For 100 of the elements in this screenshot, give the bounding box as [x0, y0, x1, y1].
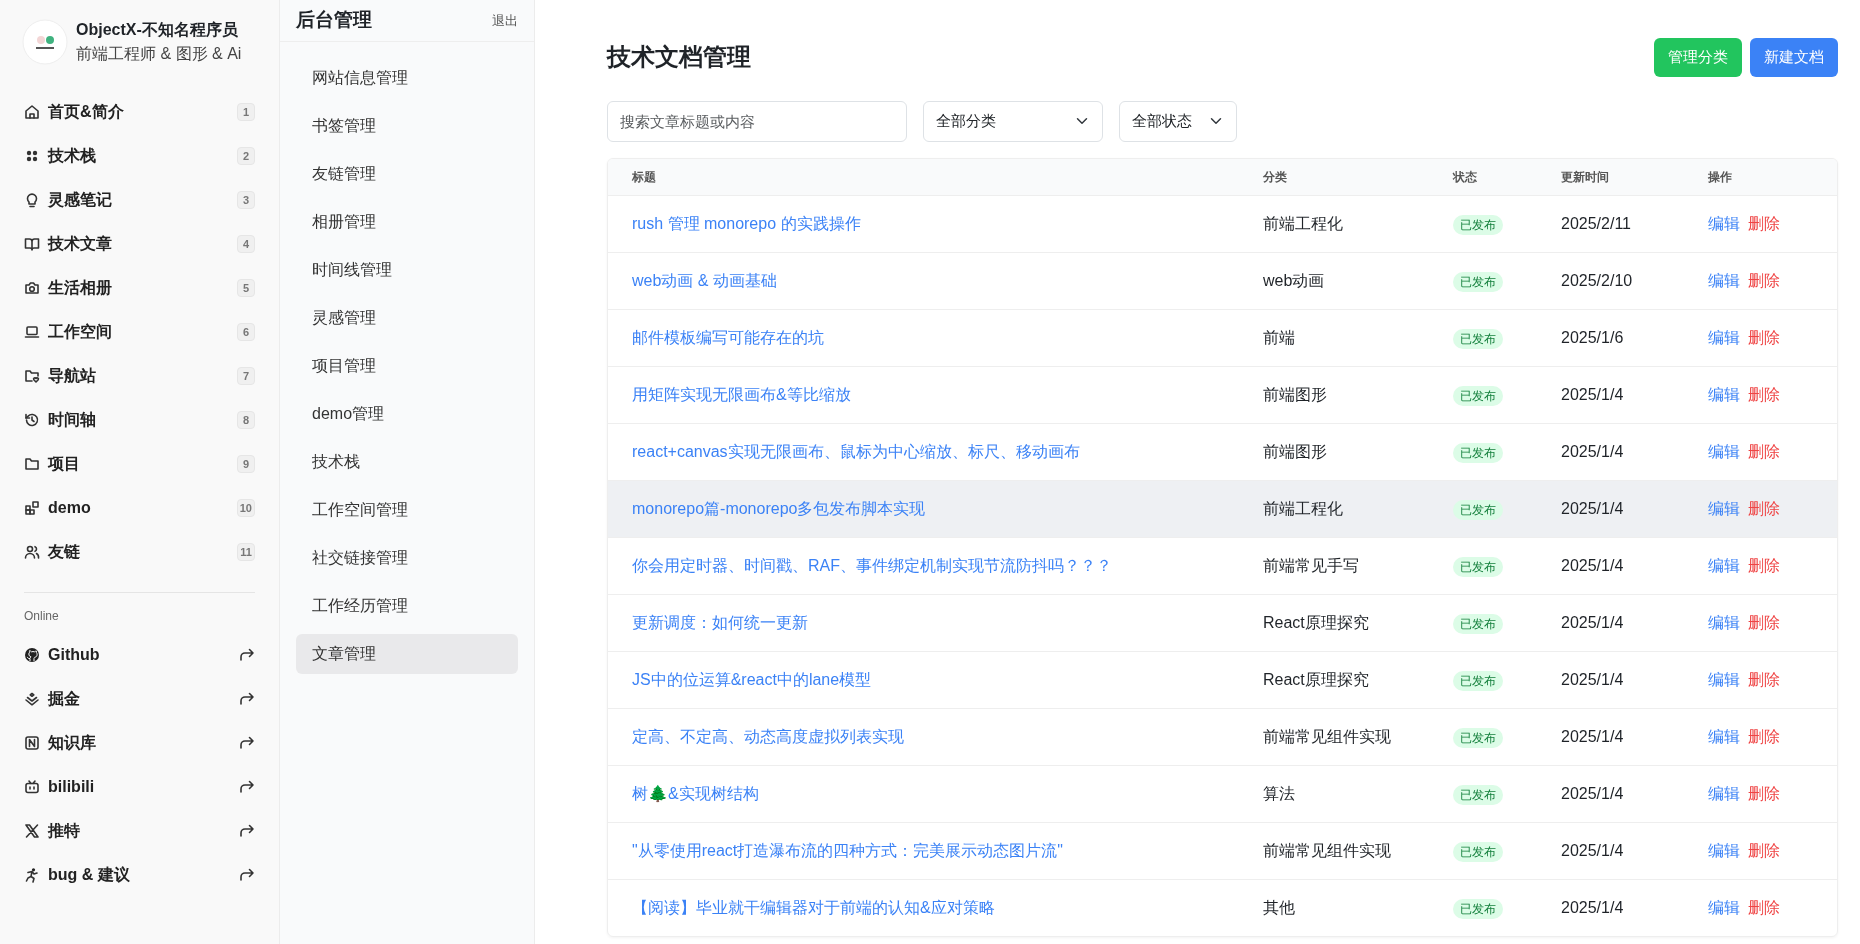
- delete-link[interactable]: 删除: [1748, 781, 1780, 806]
- edit-link[interactable]: 编辑: [1708, 211, 1740, 236]
- menu-item[interactable]: 文章管理: [296, 634, 518, 674]
- home-icon: [24, 104, 40, 120]
- nav-item[interactable]: 项目 9: [18, 442, 261, 486]
- article-title-link[interactable]: 更新调度：如何统一更新: [632, 613, 808, 631]
- menu-item[interactable]: 相册管理: [296, 202, 518, 242]
- nav-item[interactable]: 友链 11: [18, 530, 261, 574]
- edit-link[interactable]: 编辑: [1708, 553, 1740, 578]
- external-link[interactable]: bilibili: [18, 765, 261, 809]
- article-title-link[interactable]: 【阅读】毕业就干编辑器对于前端的认知&应对策略: [632, 898, 995, 916]
- delete-link[interactable]: 删除: [1748, 382, 1780, 407]
- menu-item[interactable]: demo管理: [296, 394, 518, 434]
- date-cell: 2025/1/4: [1561, 670, 1624, 688]
- category-cell: 其他: [1263, 898, 1295, 916]
- delete-link[interactable]: 删除: [1748, 838, 1780, 863]
- article-title-link[interactable]: "从零使用react打造瀑布流的四种方式：完美展示动态图片流": [632, 841, 1063, 859]
- layers-icon: [24, 691, 40, 707]
- edit-link[interactable]: 编辑: [1708, 895, 1740, 920]
- nav-item[interactable]: 技术文章 4: [18, 222, 261, 266]
- delete-link[interactable]: 删除: [1748, 667, 1780, 692]
- nav-item[interactable]: 首页&简介 1: [18, 90, 261, 134]
- edit-link[interactable]: 编辑: [1708, 838, 1740, 863]
- category-cell: 前端工程化: [1263, 499, 1343, 517]
- edit-link[interactable]: 编辑: [1708, 325, 1740, 350]
- menu-item[interactable]: 灵感管理: [296, 298, 518, 338]
- nav-item[interactable]: demo 10: [18, 486, 261, 530]
- edit-link[interactable]: 编辑: [1708, 610, 1740, 635]
- category-cell: 前端常见组件实现: [1263, 841, 1391, 859]
- edit-link[interactable]: 编辑: [1708, 781, 1740, 806]
- edit-link[interactable]: 编辑: [1708, 667, 1740, 692]
- edit-link[interactable]: 编辑: [1708, 268, 1740, 293]
- nav-item[interactable]: 生活相册 5: [18, 266, 261, 310]
- article-title-link[interactable]: 树🌲&实现树结构: [632, 784, 759, 802]
- share-arrow-icon: [239, 779, 255, 795]
- tv-icon: [24, 779, 40, 795]
- nav-item[interactable]: 导航站 7: [18, 354, 261, 398]
- article-title-link[interactable]: rush 管理 monorepo 的实践操作: [632, 214, 861, 232]
- share-arrow-icon: [239, 647, 255, 663]
- share-arrow-icon: [239, 823, 255, 839]
- count-badge: 1: [237, 103, 255, 121]
- status-select[interactable]: 全部状态: [1119, 100, 1237, 142]
- article-title-link[interactable]: web动画 & 动画基础: [632, 271, 777, 289]
- nav-item[interactable]: 技术栈 2: [18, 134, 261, 178]
- nav-item[interactable]: 工作空间 6: [18, 310, 261, 354]
- status-badge: 已发布: [1453, 271, 1503, 292]
- edit-link[interactable]: 编辑: [1708, 724, 1740, 749]
- menu-item[interactable]: 工作经历管理: [296, 586, 518, 626]
- category-cell: 前端常见手写: [1263, 556, 1359, 574]
- edit-link[interactable]: 编辑: [1708, 382, 1740, 407]
- delete-link[interactable]: 删除: [1748, 268, 1780, 293]
- delete-link[interactable]: 删除: [1748, 724, 1780, 749]
- menu-item[interactable]: 时间线管理: [296, 250, 518, 290]
- article-title-link[interactable]: 邮件模板编写可能存在的坑: [632, 328, 824, 346]
- menu-item[interactable]: 社交链接管理: [296, 538, 518, 578]
- notion-icon: [24, 735, 40, 751]
- new-document-button[interactable]: 新建文档: [1750, 38, 1838, 77]
- delete-link[interactable]: 删除: [1748, 610, 1780, 635]
- date-cell: 2025/1/4: [1561, 556, 1624, 574]
- external-link[interactable]: 推特: [18, 809, 261, 853]
- article-title-link[interactable]: react+canvas实现无限画布、鼠标为中心缩放、标尺、移动画布: [632, 442, 1080, 460]
- manage-categories-button[interactable]: 管理分类: [1654, 38, 1742, 77]
- edit-link[interactable]: 编辑: [1708, 439, 1740, 464]
- logo-icon: [22, 19, 68, 65]
- category-cell: 前端图形: [1263, 385, 1327, 403]
- search-field[interactable]: 搜索文章标题或内容: [607, 100, 907, 142]
- date-cell: 2025/2/10: [1561, 271, 1633, 289]
- delete-link[interactable]: 删除: [1748, 895, 1780, 920]
- menu-item[interactable]: 网站信息管理: [296, 58, 518, 98]
- menu-item[interactable]: 技术栈: [296, 442, 518, 482]
- delete-link[interactable]: 删除: [1748, 211, 1780, 236]
- figure-icon: [24, 867, 40, 883]
- x-logo-icon: [24, 823, 40, 839]
- page-title: 技术文档管理: [607, 42, 751, 73]
- nav-item[interactable]: 时间轴 8: [18, 398, 261, 442]
- date-cell: 2025/1/4: [1561, 727, 1624, 745]
- external-link[interactable]: 掘金: [18, 677, 261, 721]
- external-link[interactable]: 知识库: [18, 721, 261, 765]
- delete-link[interactable]: 删除: [1748, 553, 1780, 578]
- status-badge: 已发布: [1453, 499, 1503, 520]
- delete-link[interactable]: 删除: [1748, 439, 1780, 464]
- article-title-link[interactable]: monorepo篇-monorepo多包发布脚本实现: [632, 499, 926, 517]
- delete-link[interactable]: 删除: [1748, 496, 1780, 521]
- article-title-link[interactable]: 你会用定时器、时间戳、RAF、事件绑定机制实现节流防抖吗？？？: [632, 556, 1112, 574]
- logout-link[interactable]: 退出: [492, 10, 518, 31]
- menu-item[interactable]: 书签管理: [296, 106, 518, 146]
- date-cell: 2025/2/11: [1561, 214, 1631, 232]
- menu-item[interactable]: 工作空间管理: [296, 490, 518, 530]
- category-select[interactable]: 全部分类: [923, 100, 1103, 142]
- article-title-link[interactable]: JS中的位运算&react中的lane模型: [632, 670, 872, 688]
- external-link[interactable]: bug & 建议: [18, 853, 261, 897]
- menu-item[interactable]: 项目管理: [296, 346, 518, 386]
- edit-link[interactable]: 编辑: [1708, 496, 1740, 521]
- article-title-link[interactable]: 定高、不定高、动态高度虚拟列表实现: [632, 727, 904, 745]
- delete-link[interactable]: 删除: [1748, 325, 1780, 350]
- status-badge: 已发布: [1453, 442, 1503, 463]
- nav-item[interactable]: 灵感笔记 3: [18, 178, 261, 222]
- external-link[interactable]: Github: [18, 633, 261, 677]
- article-title-link[interactable]: 用矩阵实现无限画布&等比缩放: [632, 385, 851, 403]
- menu-item[interactable]: 友链管理: [296, 154, 518, 194]
